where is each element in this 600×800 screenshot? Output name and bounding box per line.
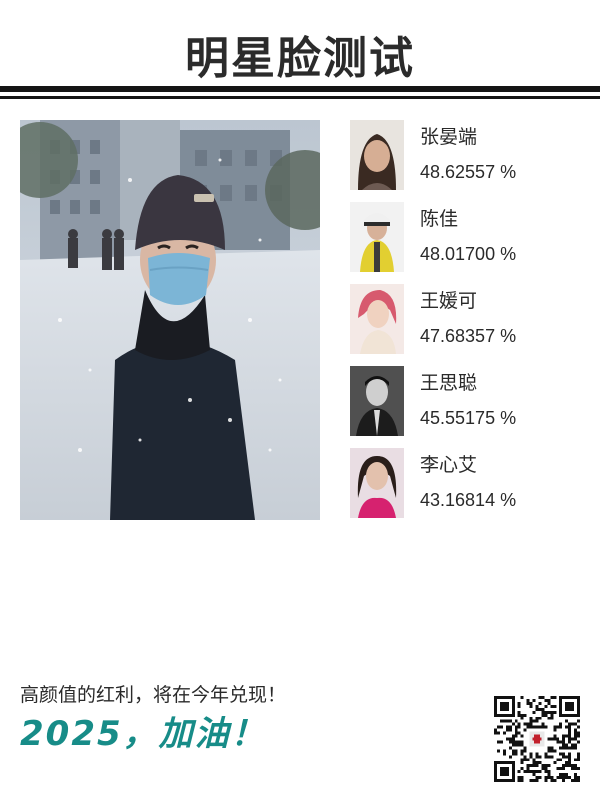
match-name: 陈佳 bbox=[420, 208, 459, 230]
match-item: 张晏端 48.62557 % bbox=[350, 120, 580, 190]
qr-code-icon[interactable] bbox=[494, 696, 580, 782]
cheer-text: 2025，加油！ bbox=[20, 714, 267, 754]
celebrity-avatar-4 bbox=[350, 366, 404, 436]
match-score: 45.55175 % bbox=[420, 408, 517, 428]
page-title: 明星脸测试 bbox=[185, 33, 415, 84]
user-photo bbox=[20, 120, 320, 520]
celebrity-avatar-3 bbox=[350, 284, 404, 354]
celebrity-avatar-1 bbox=[350, 120, 404, 190]
match-score: 48.62557 % bbox=[420, 162, 517, 182]
match-name: 张晏端 bbox=[420, 126, 478, 148]
match-name: 王思聪 bbox=[420, 372, 478, 394]
match-item: 陈佳 48.01700 % bbox=[350, 202, 580, 272]
celebrity-avatar-2 bbox=[350, 202, 404, 272]
header-rule-thin bbox=[0, 96, 600, 99]
match-name: 李心艾 bbox=[420, 454, 478, 476]
match-score: 48.01700 % bbox=[420, 244, 517, 264]
match-score: 47.68357 % bbox=[420, 326, 517, 346]
header-rule-thick bbox=[0, 86, 600, 92]
match-item: 李心艾 43.16814 % bbox=[350, 448, 580, 518]
tagline: 高颜值的红利，将在今年兑现！ bbox=[20, 684, 287, 706]
match-name: 王媛可 bbox=[420, 290, 478, 312]
match-score: 43.16814 % bbox=[420, 490, 517, 510]
match-item: 王媛可 47.68357 % bbox=[350, 284, 580, 354]
match-item: 王思聪 45.55175 % bbox=[350, 366, 580, 436]
celebrity-avatar-5 bbox=[350, 448, 404, 518]
